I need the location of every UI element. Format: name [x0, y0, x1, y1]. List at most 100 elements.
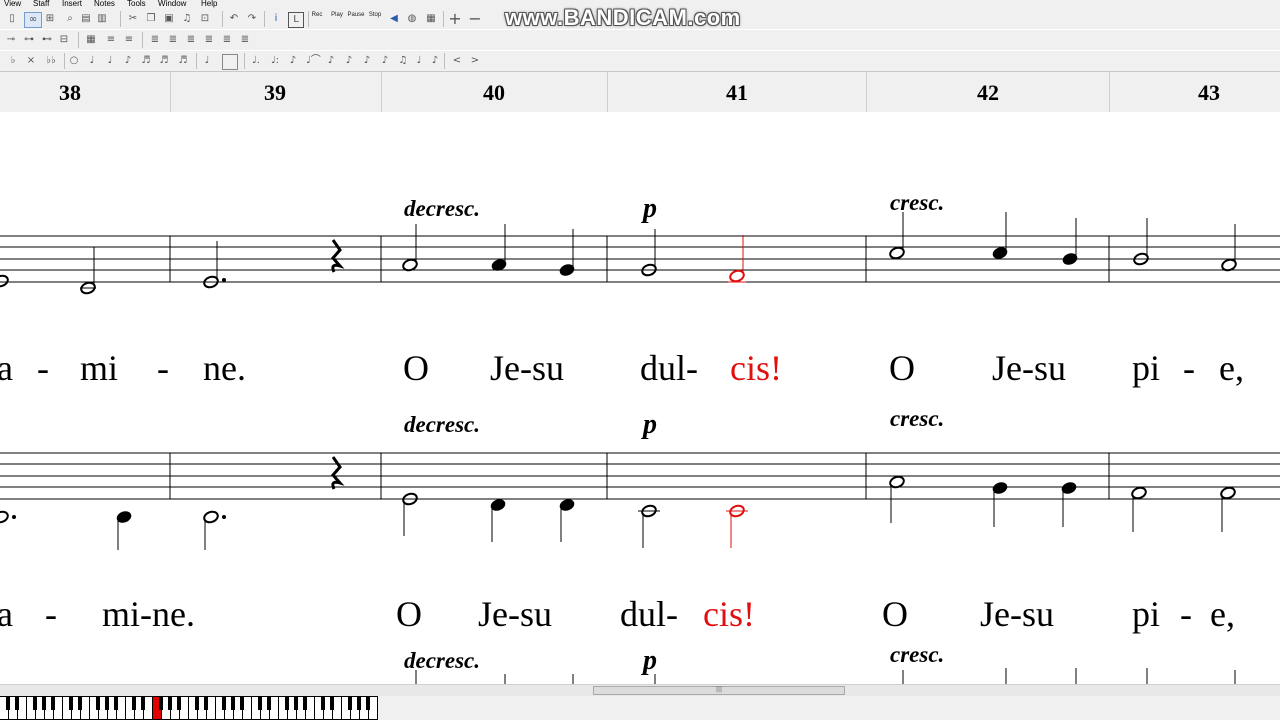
sixtyfourth-note-icon[interactable]: ♬ [177, 54, 189, 68]
staff-split-icon[interactable]: ⊶ [20, 33, 38, 47]
lyric-syllable[interactable]: Je-su [478, 594, 552, 634]
flip-stem-icon[interactable]: ♩ [414, 54, 424, 68]
menu-insert[interactable]: Insert [62, 0, 82, 8]
menu-staff[interactable]: Staff [33, 0, 49, 8]
piano-white-key[interactable] [117, 697, 125, 719]
grace-note-icon[interactable]: ♪ [286, 54, 300, 68]
double-flat-icon[interactable]: ♭♭ [44, 54, 58, 68]
staff-join-icon[interactable]: ⊷ [38, 33, 56, 47]
lyric-syllable[interactable]: Je-su [490, 348, 564, 388]
dotted-note-icon[interactable]: ♩. [250, 54, 262, 68]
piano-black-key[interactable] [33, 696, 37, 710]
copy-icon[interactable]: ❐ [145, 12, 157, 26]
info-icon[interactable]: i [270, 12, 282, 26]
lyric-syllable[interactable]: dul- [640, 348, 698, 388]
metronome-icon[interactable]: ◍ [406, 12, 418, 26]
lyric-syllable[interactable]: e, [1210, 594, 1235, 634]
speaker-icon[interactable]: ◀ [388, 12, 400, 26]
piano-black-key[interactable] [42, 696, 46, 710]
tie-icon[interactable]: ♩ [202, 54, 212, 68]
piano-white-key[interactable] [81, 697, 89, 719]
tenuto-icon[interactable]: ♪ [326, 54, 336, 68]
menu-notes[interactable]: Notes [94, 0, 115, 8]
quarter-note-icon[interactable]: ♩ [105, 54, 115, 68]
stop-button[interactable]: Stop [367, 12, 383, 26]
pause-button[interactable]: Pause [347, 12, 365, 26]
lyric-syllable[interactable]: e, [1219, 348, 1244, 388]
piano-black-key[interactable] [240, 696, 244, 710]
paste-icon[interactable]: ▣ [163, 12, 175, 26]
keyboard-icon[interactable]: ▦ [424, 12, 438, 26]
play-button[interactable]: Play [329, 12, 345, 26]
half-note-icon[interactable]: ♩ [87, 54, 97, 68]
measure-number[interactable]: 40 [483, 80, 505, 106]
piano-black-key[interactable] [285, 696, 289, 710]
staccato-icon[interactable]: ♪ [344, 54, 354, 68]
rec-button[interactable]: Rec [311, 12, 323, 26]
lyric-syllable[interactable]: a [0, 594, 13, 634]
piano-black-key[interactable] [96, 696, 100, 710]
view-glasses-icon[interactable]: ∞ [24, 12, 42, 28]
piano-white-key[interactable] [54, 697, 62, 719]
lyric-tool-icon[interactable]: L [288, 12, 304, 28]
piano-white-key[interactable] [180, 697, 188, 719]
select-all-icon[interactable]: ⊡ [199, 12, 211, 26]
beam-icon[interactable]: ♫ [396, 54, 410, 68]
lyric-syllable[interactable]: dul- [620, 594, 678, 634]
print-preview-icon[interactable]: ▥ [96, 12, 108, 26]
double-sharp-icon[interactable]: × [26, 54, 36, 68]
lyric-syllable[interactable]: O [403, 348, 429, 388]
zoom-out-button[interactable]: − [468, 11, 482, 27]
lyric-syllable[interactable]: mi-ne. [102, 594, 195, 634]
piano-black-key[interactable] [303, 696, 307, 710]
piano-black-key[interactable] [294, 696, 298, 710]
grid-icon[interactable]: ▦ [84, 33, 98, 47]
piano-black-key[interactable] [6, 696, 10, 710]
piano-black-key[interactable] [366, 696, 370, 710]
menu-window[interactable]: Window [158, 0, 186, 8]
crescendo-hairpin-icon[interactable]: < [448, 54, 466, 68]
piano-black-key[interactable] [195, 696, 199, 710]
slur-icon[interactable]: ♩⌒ [306, 54, 321, 68]
piano-white-key[interactable] [333, 697, 341, 719]
lyric-syllable-selected[interactable]: cis! [730, 348, 782, 388]
piano-black-key[interactable] [330, 696, 334, 710]
menu-help[interactable]: Help [201, 0, 217, 8]
lyric-syllable[interactable]: pi [1132, 594, 1160, 634]
piano-black-key[interactable] [267, 696, 271, 710]
lyric-syllable-selected[interactable]: cis! [703, 594, 755, 634]
eighth-note-icon[interactable]: ♪ [123, 54, 133, 68]
score-area[interactable]: decresc. p cresc. a - mi - ne. O Je-su d… [0, 112, 1280, 684]
flag-icon[interactable]: ♪ [430, 54, 440, 68]
piano-white-key[interactable] [207, 697, 215, 719]
lyric-syllable[interactable]: O [889, 348, 915, 388]
align-left-icon[interactable]: ≡ [104, 33, 118, 47]
scrollbar-thumb[interactable]: ||| [593, 686, 845, 695]
note-cursor-icon[interactable]: ♫ [181, 12, 193, 26]
piano-white-key[interactable] [243, 697, 251, 719]
piano-white-key[interactable] [144, 697, 152, 719]
align-center-icon[interactable]: ≡ [122, 33, 136, 47]
fermata-icon[interactable]: ♪ [380, 54, 390, 68]
piano-white-key[interactable] [18, 697, 26, 719]
zoom-in-button[interactable]: + [448, 11, 462, 27]
piano-black-key[interactable] [51, 696, 55, 710]
piano-black-key[interactable] [177, 696, 181, 710]
book-icon[interactable]: ▯ [6, 12, 18, 26]
spacing-5-icon[interactable]: ≣ [220, 33, 234, 47]
piano-black-key[interactable] [168, 696, 172, 710]
piano-black-key[interactable] [231, 696, 235, 710]
lyric-syllable[interactable]: Je-su [980, 594, 1054, 634]
lyric-syllable[interactable]: pi [1132, 348, 1160, 388]
menu-tools[interactable]: Tools [127, 0, 146, 8]
whole-note-icon[interactable]: ○ [69, 54, 79, 68]
lyric-syllable[interactable]: O [882, 594, 908, 634]
piano-white-key[interactable] [270, 697, 278, 719]
piano-black-key[interactable] [357, 696, 361, 710]
piano-white-key[interactable] [369, 697, 377, 719]
staff-insert-icon[interactable]: ⊸ [2, 33, 20, 47]
piano-black-key[interactable] [114, 696, 118, 710]
spacing-6-icon[interactable]: ≣ [238, 33, 252, 47]
staff-tool-icon[interactable]: ⊞ [43, 12, 57, 26]
rest-box-icon[interactable] [222, 54, 238, 70]
